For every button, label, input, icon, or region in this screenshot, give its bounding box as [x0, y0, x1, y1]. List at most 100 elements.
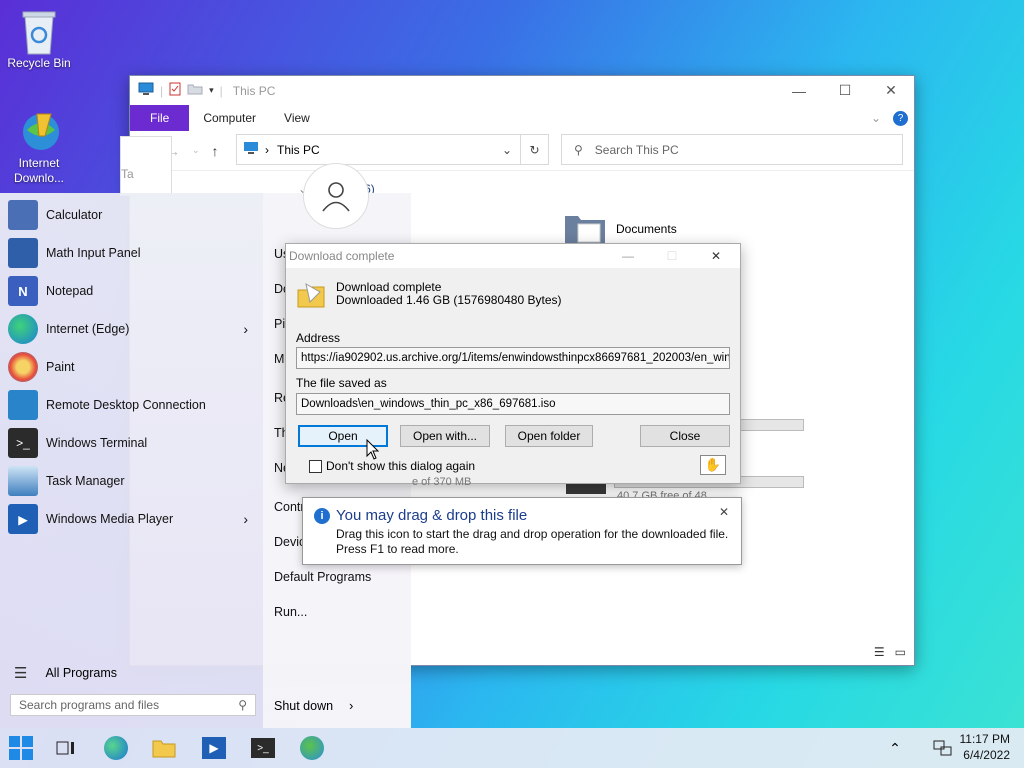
close-dialog-button[interactable]: Close: [640, 425, 730, 447]
desktop-icon-recycle-bin[interactable]: Recycle Bin: [0, 8, 78, 70]
drag-drop-icon[interactable]: ✋: [700, 455, 726, 475]
address-label: Address: [296, 331, 341, 345]
explorer-titlebar[interactable]: | ▾ | This PC — ☐ ✕: [130, 76, 914, 105]
chevron-right-icon[interactable]: ›: [349, 699, 353, 713]
ribbon-tabs: File Computer View ⌄ ?: [130, 105, 914, 131]
open-with-button[interactable]: Open with...: [400, 425, 490, 447]
remote-desktop-icon: [8, 390, 38, 420]
start-item-default-programs[interactable]: Default Programs: [274, 570, 371, 584]
help-icon[interactable]: ?: [887, 105, 914, 131]
saved-path-field[interactable]: Downloads\en_windows_thin_pc_x86_697681.…: [296, 393, 730, 415]
minimize-button[interactable]: —: [776, 76, 822, 105]
checkbox-icon[interactable]: [309, 459, 322, 473]
customize-toolbar-icon[interactable]: ▾: [209, 85, 214, 96]
download-complete-dialog[interactable]: Download complete — ☐ ✕ Download complet…: [285, 243, 741, 484]
folder-download-icon: [296, 280, 326, 313]
dont-show-checkbox[interactable]: Don't show this dialog again: [309, 459, 475, 473]
clock-time: 11:17 PM: [959, 732, 1010, 746]
clock-date: 6/4/2022: [963, 748, 1010, 762]
clock[interactable]: 11:17 PM 6/4/2022: [960, 731, 1010, 763]
drag-drop-tooltip[interactable]: i You may drag & drop this file Drag thi…: [302, 497, 742, 565]
submenu-arrow-icon: ›: [243, 511, 248, 527]
desktop-icon-label: Internet Downlo...: [13, 156, 65, 185]
folder-label: Documents: [616, 222, 677, 236]
start-search-input[interactable]: Search programs and files ⚲: [10, 694, 256, 716]
documents-folder-icon: [565, 216, 605, 245]
minimize-button[interactable]: —: [606, 244, 650, 268]
start-right-item[interactable]: Devic: [274, 535, 305, 549]
search-icon: ⚲: [238, 698, 247, 712]
tooltip-body: Drag this icon to start the drag and dro…: [336, 527, 729, 556]
math-input-icon: [8, 238, 38, 268]
sidebar-partial[interactable]: Ta: [120, 136, 172, 196]
large-icons-view-icon[interactable]: ▭: [895, 645, 906, 659]
tab-file[interactable]: File: [130, 105, 190, 131]
all-programs-button[interactable]: ☰ All Programs: [14, 664, 117, 682]
close-button[interactable]: ✕: [868, 76, 914, 105]
search-input[interactable]: ⚲ Search This PC: [561, 134, 903, 165]
paint-icon: [8, 352, 38, 382]
close-icon[interactable]: ✕: [719, 505, 729, 519]
new-folder-icon[interactable]: [187, 83, 203, 98]
recent-locations-icon[interactable]: ⌄: [192, 145, 200, 156]
search-placeholder: Search This PC: [594, 142, 679, 157]
start-item-windows-terminal[interactable]: >_ Windows Terminal: [8, 424, 258, 462]
calculator-icon: [8, 200, 38, 230]
computer-icon: [138, 82, 154, 99]
close-button[interactable]: ✕: [694, 244, 738, 268]
up-icon[interactable]: ↑: [212, 143, 219, 159]
properties-icon[interactable]: [169, 82, 181, 99]
breadcrumb-separator-icon: ›: [265, 142, 269, 157]
media-player-icon: ▶: [8, 504, 38, 534]
start-button[interactable]: [8, 735, 34, 761]
desktop-icon-label: Recycle Bin: [7, 56, 71, 70]
terminal-icon: >_: [8, 428, 38, 458]
desktop-icon-internet-download-manager[interactable]: Internet Downlo...: [0, 108, 78, 186]
start-item-math-input-panel[interactable]: Math Input Panel: [8, 234, 258, 272]
folder-documents[interactable]: Documents: [564, 212, 677, 246]
dialog-titlebar[interactable]: Download complete — ☐ ✕: [286, 244, 740, 268]
taskbar: ▶ >_ ⌃ 11:17 PM 6/4/2022: [0, 728, 1024, 768]
edge-icon[interactable]: [103, 735, 129, 761]
start-right-item[interactable]: Contr: [274, 500, 305, 514]
chevron-down-icon[interactable]: ⌄: [502, 143, 512, 157]
ribbon-expand-icon[interactable]: ⌄: [865, 105, 887, 131]
download-size: Downloaded 1.46 GB (1576980480 Bytes): [336, 293, 562, 307]
breadcrumb[interactable]: This PC: [277, 143, 320, 157]
shutdown-button[interactable]: Shut down ›: [274, 699, 353, 713]
details-view-icon[interactable]: ☰: [874, 645, 885, 659]
window-title: This PC: [232, 83, 276, 98]
view-toggles: ☰ ▭: [874, 645, 906, 659]
start-item-run[interactable]: Run...: [274, 605, 307, 619]
saved-as-label: The file saved as: [296, 376, 387, 390]
start-item-windows-media-player[interactable]: ▶ Windows Media Player ›: [8, 500, 258, 538]
tab-computer[interactable]: Computer: [189, 105, 270, 131]
tooltip-title: You may drag & drop this file: [336, 507, 528, 524]
maximize-button[interactable]: ☐: [650, 244, 694, 268]
list-icon: ☰: [14, 665, 28, 682]
network-icon[interactable]: [930, 735, 956, 761]
maximize-button[interactable]: ☐: [822, 76, 868, 105]
tab-view[interactable]: View: [270, 105, 324, 131]
start-item-paint[interactable]: Paint: [8, 348, 258, 386]
show-hidden-icons-icon[interactable]: ⌃: [882, 735, 908, 761]
terminal-icon[interactable]: >_: [250, 735, 276, 761]
open-folder-button[interactable]: Open folder: [505, 425, 593, 447]
start-right-item[interactable]: Pi: [274, 317, 285, 331]
start-item-task-manager[interactable]: Task Manager: [8, 462, 258, 500]
file-explorer-icon[interactable]: [151, 735, 177, 761]
start-right-item[interactable]: M: [274, 352, 284, 366]
task-view-icon[interactable]: [52, 735, 78, 761]
address-bar[interactable]: › This PC ⌄: [236, 134, 521, 165]
start-item-internet-edge[interactable]: Internet (Edge) ›: [8, 310, 258, 348]
media-player-icon[interactable]: ▶: [201, 735, 227, 761]
user-icon: [322, 182, 350, 212]
refresh-button[interactable]: ↻: [521, 134, 549, 165]
computer-icon: [243, 141, 259, 158]
start-item-remote-desktop[interactable]: Remote Desktop Connection: [8, 386, 258, 424]
address-field[interactable]: https://ia902902.us.archive.org/1/items/…: [296, 347, 730, 369]
user-avatar[interactable]: [303, 163, 369, 229]
start-item-notepad[interactable]: N Notepad: [8, 272, 258, 310]
start-item-calculator[interactable]: Calculator: [8, 196, 258, 234]
idm-globe-icon[interactable]: [299, 735, 325, 761]
